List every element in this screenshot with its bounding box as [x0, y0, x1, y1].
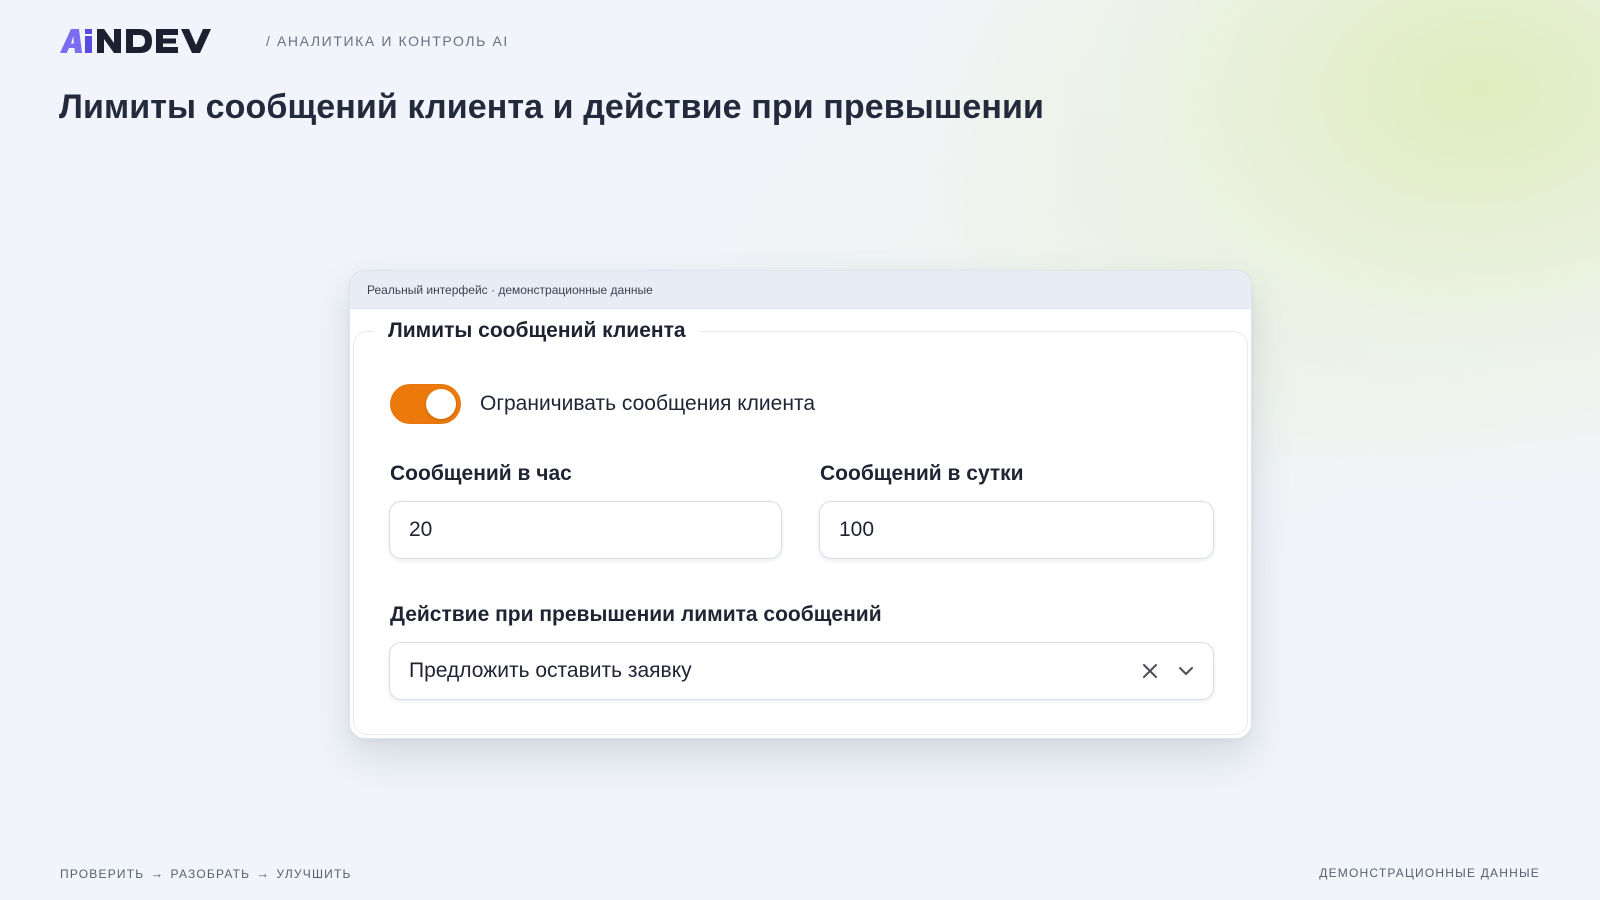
- limit-toggle-row: Ограничивать сообщения клиента: [390, 384, 815, 424]
- per-hour-input[interactable]: 20: [389, 501, 782, 559]
- card-caption-bar: Реальный интерфейс · демонстрационные да…: [350, 271, 1251, 309]
- aindev-logo-icon: [60, 29, 211, 53]
- close-icon[interactable]: [1139, 660, 1161, 682]
- brand-logo[interactable]: [60, 28, 238, 54]
- per-day-label: Сообщений в сутки: [820, 462, 1024, 485]
- arrow-right-icon: →: [256, 866, 271, 881]
- card-caption: Реальный интерфейс · демонстрационные да…: [367, 282, 653, 297]
- footer-steps: ПРОВЕРИТЬ → РАЗОБРАТЬ → УЛУЧШИТЬ: [60, 866, 352, 881]
- action-select-value: Предложить оставить заявку: [409, 659, 692, 682]
- action-label: Действие при превышении лимита сообщений: [390, 603, 882, 626]
- footer-step-analyze: РАЗОБРАТЬ: [170, 866, 251, 881]
- per-hour-label: Сообщений в час: [390, 462, 572, 485]
- per-day-value: 100: [839, 518, 875, 541]
- section-title: Лимиты сообщений клиента: [374, 314, 700, 348]
- footer-step-check: ПРОВЕРИТЬ: [60, 866, 145, 881]
- per-day-input[interactable]: 100: [819, 501, 1214, 559]
- page-title: Лимиты сообщений клиента и действие при …: [59, 88, 1045, 126]
- action-select[interactable]: Предложить оставить заявку: [389, 642, 1214, 700]
- breadcrumb: / АНАЛИТИКА И КОНТРОЛЬ AI: [266, 33, 509, 49]
- select-icons: [1139, 660, 1197, 682]
- per-hour-value: 20: [409, 518, 433, 541]
- limit-messages-toggle[interactable]: [390, 384, 461, 424]
- toggle-label: Ограничивать сообщения клиента: [480, 392, 816, 415]
- toggle-knob: [426, 389, 456, 419]
- footer-step-improve: УЛУЧШИТЬ: [276, 866, 352, 881]
- header: / АНАЛИТИКА И КОНТРОЛЬ AI: [60, 28, 509, 54]
- chevron-down-icon[interactable]: [1175, 660, 1197, 682]
- footer-demo-note: ДЕМОНСТРАЦИОННЫЕ ДАННЫЕ: [1319, 866, 1540, 880]
- arrow-right-icon: →: [150, 866, 165, 881]
